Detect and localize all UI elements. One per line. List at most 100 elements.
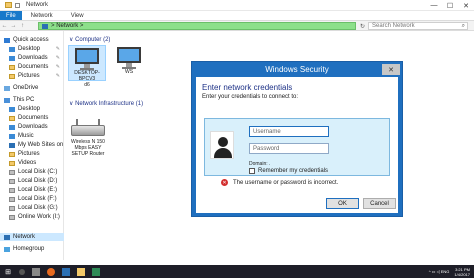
computer-icon [115,47,143,69]
sidebar-item-label: Desktop [18,46,41,52]
username-field[interactable]: Username [249,126,329,137]
network-icon [42,23,48,29]
sidebar-item-desktop[interactable]: Desktop ✎ [0,45,64,53]
system-tray: ^ ▭ ◁ ENG 3:21 PM 1/4/2017 [429,265,470,278]
computer-item[interactable]: WS [113,47,145,81]
sidebar-item-local-disk-f[interactable]: Local Disk (F:) [0,195,64,203]
sidebar-item-local-disk-g[interactable]: Local Disk (G:) [0,204,64,212]
folder-icon [5,2,12,8]
credentials-dialog: Windows Security ✕ Enter network credent… [191,61,403,217]
breadcrumb-network[interactable]: Network [56,23,78,29]
back-button[interactable]: ← [0,23,9,29]
sidebar-item-label: Videos [18,160,37,166]
group-title: Computer (2) [75,36,111,43]
sidebar-item-documents[interactable]: Documents ✎ [0,63,64,71]
start-button[interactable]: ⊞ [4,268,12,276]
pictures-icon [9,151,15,157]
sidebar-item-local-disk-e[interactable]: Local Disk (E:) [0,186,64,194]
sidebar-item-local-disk-d[interactable]: Local Disk (D:) [0,177,64,185]
drive-icon [9,169,15,175]
close-button[interactable]: ✕ [458,0,474,11]
sidebar-item-local-disk-c[interactable]: Local Disk (C:) [0,168,64,176]
forward-button[interactable]: → [9,23,18,29]
dialog-title-bar[interactable]: Windows Security ✕ [192,62,402,77]
breadcrumb-chevron[interactable]: > [80,23,84,29]
edge-icon[interactable] [62,267,70,276]
drive-icon [9,205,15,211]
sidebar-item-pc-desktop[interactable]: Desktop [0,105,64,113]
up-button[interactable]: ↑ [18,23,27,29]
sidebar-item-music[interactable]: Music [0,132,64,140]
password-field[interactable]: Password [249,143,329,154]
store-icon[interactable] [92,267,100,276]
tab-file[interactable]: File [0,11,22,20]
tab-view[interactable]: View [62,13,93,19]
download-icon [9,55,15,61]
computer-name: WS [124,69,134,75]
minimize-button[interactable]: — [426,0,442,11]
sidebar-item-onedrive[interactable]: OneDrive [0,84,64,92]
firefox-icon[interactable] [47,267,55,276]
router-item[interactable]: Wireless N 150 Mbps EASY SETUP Router [68,119,108,157]
drive-icon [9,187,15,193]
error-icon: ✕ [221,179,228,186]
clock-date: 1/4/2017 [454,271,470,277]
sidebar-item-online-work[interactable]: Online Work (I:) [0,213,64,221]
group-header-network-infrastructure[interactable]: ∨ Network Infrastructure (1) [69,100,144,108]
file-explorer-icon[interactable] [77,267,85,276]
credential-tile[interactable]: Username Password Domain: . Remember my … [204,118,390,176]
remember-credentials-checkbox[interactable]: Remember my credentials [249,168,328,174]
search-input[interactable]: Search Network ⌕ [368,22,468,30]
desktop-icon [9,106,15,112]
sidebar-item-label: Online Work (I:) [18,214,60,220]
dialog-body: Enter network credentials Enter your cre… [196,77,398,213]
sidebar-item-homegroup[interactable]: Homegroup [0,245,64,253]
sidebar-item-label: Documents [18,115,49,121]
sidebar-item-pc-downloads[interactable]: Downloads [0,123,64,131]
address-bar[interactable]: > Network > [38,22,356,30]
sidebar-item-network[interactable]: Network [0,233,64,241]
sidebar-item-pc-pictures[interactable]: Pictures [0,150,64,158]
maximize-button[interactable]: ☐ [442,0,458,11]
error-message: ✕ The username or password is incorrect. [221,179,338,186]
sidebar-item-label: OneDrive [13,85,39,91]
homegroup-icon [4,246,10,252]
sidebar-item-label: Local Disk (C:) [18,169,58,175]
sidebar-item-downloads[interactable]: Downloads ✎ [0,54,64,62]
sidebar-item-label: Music [18,133,34,139]
password-placeholder: Password [253,145,280,152]
sidebar-item-label: Pictures [18,73,40,79]
cancel-button[interactable]: Cancel [363,198,396,209]
quick-access-toolbar-icon[interactable] [15,2,20,8]
ok-button[interactable]: OK [326,198,359,209]
remember-label: Remember my credentials [258,168,329,174]
dialog-close-button[interactable]: ✕ [382,64,400,75]
sidebar-item-my-web-sites[interactable]: My Web Sites on M [0,141,70,149]
router-icon [71,119,105,139]
refresh-icon[interactable]: ↻ [358,22,367,30]
sidebar-item-videos[interactable]: Videos [0,159,64,167]
sidebar-item-label: Quick access [13,37,49,43]
search-icon[interactable] [19,268,25,275]
tray-icons[interactable]: ^ ▭ ◁ ENG [429,269,450,274]
task-view-icon[interactable] [32,267,40,276]
clock[interactable]: 3:21 PM 1/4/2017 [454,267,470,277]
window-title: Network [26,2,49,8]
clock-time: 3:21 PM [455,266,470,272]
tab-network[interactable]: Network [22,13,62,19]
sidebar-item-label: Local Disk (D:) [18,178,58,184]
sidebar-item-pictures[interactable]: Pictures ✎ [0,72,64,80]
group-header-computer[interactable]: ∨ Computer (2) [69,36,111,44]
sidebar-item-this-pc[interactable]: This PC [0,96,64,104]
sidebar-item-quick-access[interactable]: Quick access [0,36,64,44]
desktop-icon [9,46,15,52]
sidebar-item-label: Pictures [18,151,40,157]
breadcrumb-separator: > [51,23,55,29]
checkbox-icon[interactable] [249,168,255,174]
pin-icon: ✎ [55,73,60,79]
documents-icon [9,115,15,121]
sidebar-item-label: Desktop [18,106,41,112]
group-title: Network Infrastructure (1) [75,100,144,107]
computer-item[interactable]: DESKTOP-BPCV3 d6 [68,45,106,88]
sidebar-item-pc-documents[interactable]: Documents [0,114,64,122]
